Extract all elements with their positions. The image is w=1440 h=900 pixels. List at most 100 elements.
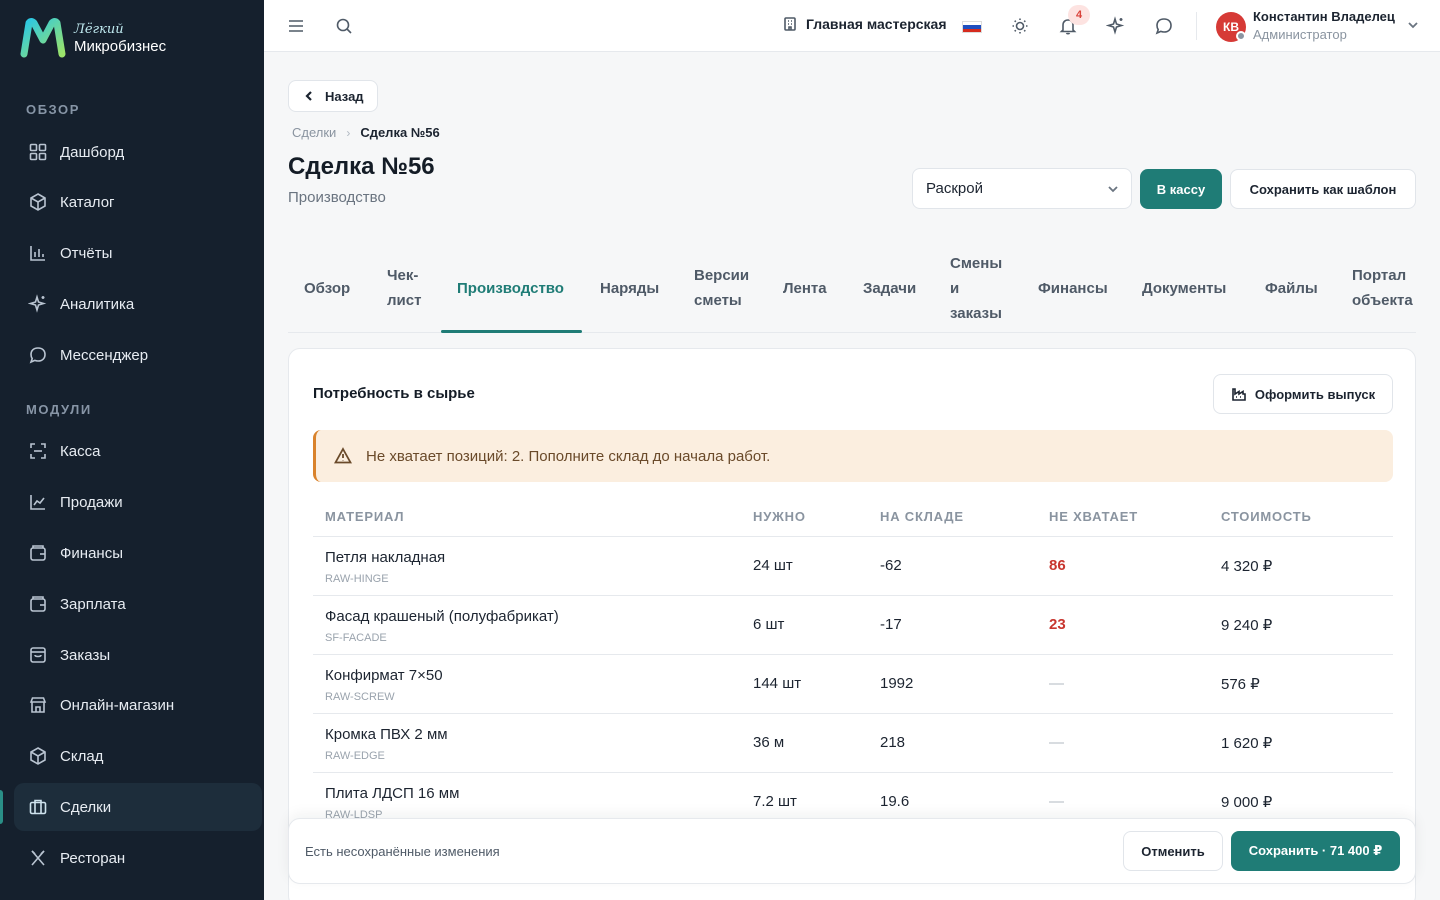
sidebar-item-label: Аналитика [60, 295, 135, 313]
chevron-left-icon [305, 91, 312, 101]
tab-finance[interactable]: Финансы [1038, 276, 1108, 301]
material-stock: -17 [880, 616, 902, 633]
material-name: Конфирмат 7×50 [325, 667, 443, 684]
tab-overview[interactable]: Обзор [304, 276, 350, 301]
col-material: МАТЕРИАЛ [325, 509, 405, 524]
sidebar-item-label: Онлайн-магазин [60, 696, 175, 714]
catalog-icon [30, 193, 46, 211]
back-label: Назад [325, 88, 364, 104]
user-name[interactable]: Константин Владелец [1253, 9, 1395, 24]
tab-portal-line1: Портал [1352, 267, 1407, 284]
tab-estimate-versions[interactable]: Версии сметы [694, 263, 749, 313]
material-sku: RAW-EDGE [325, 750, 385, 762]
section-overview: ОБЗОР [26, 102, 81, 117]
box-icon [30, 747, 46, 765]
sidebar-item-cashier[interactable]: Касса [14, 427, 262, 475]
breadcrumb-separator-icon: › [346, 125, 351, 140]
table-row[interactable]: Фасад крашеный (полуфабрикат) SF-FACADE … [313, 595, 1393, 654]
sidebar-item-reports[interactable]: Отчёты [14, 229, 262, 277]
tab-tasks[interactable]: Задачи [863, 276, 916, 301]
material-name: Фасад крашеный (полуфабрикат) [325, 608, 559, 625]
material-cost: 1 620 ₽ [1221, 735, 1273, 752]
tab-estimate-line2: сметы [694, 292, 742, 309]
stock-alert-text: Не хватает позиций: 2. Пополните склад д… [366, 447, 771, 465]
status-dot [1236, 31, 1246, 41]
ai-assistant-button[interactable] [1105, 16, 1126, 36]
tab-checklist-line1: Чек- [387, 267, 419, 284]
sidebar-item-analytics[interactable]: Аналитика [14, 280, 262, 328]
tab-files[interactable]: Файлы [1265, 276, 1318, 301]
sparkles-icon [1105, 16, 1125, 35]
inbox-icon [30, 647, 46, 663]
chevron-down-icon [1108, 186, 1118, 193]
sidebar-item-orders[interactable]: Заказы [14, 631, 262, 679]
tab-shifts-line1: Смены [950, 255, 1003, 272]
material-cost: 9 240 ₽ [1221, 617, 1273, 634]
notifications-badge: 4 [1068, 5, 1090, 25]
active-indicator [0, 790, 3, 824]
material-stock: 218 [880, 734, 906, 751]
workshop-switcher[interactable]: Главная мастерская [782, 16, 947, 32]
user-menu-toggle[interactable] [1406, 18, 1420, 32]
warning-icon [334, 447, 352, 464]
sidebar-item-label: Склад [60, 747, 104, 765]
sidebar-item-label: Каталог [60, 193, 115, 211]
theme-toggle[interactable] [1010, 16, 1030, 36]
sidebar-item-finance[interactable]: Финансы [14, 529, 262, 577]
material-shortage: 86 [1049, 557, 1066, 574]
material-name: Плита ЛДСП 16 мм [325, 785, 460, 802]
sidebar-item-warehouse[interactable]: Склад [14, 732, 262, 780]
col-need: НУЖНО [753, 509, 806, 524]
save-template-button[interactable]: Сохранить как шаблон [1230, 169, 1416, 209]
tab-object-portal[interactable]: Портал объекта [1352, 263, 1413, 313]
sidebar-item-dashboard[interactable]: Дашборд [14, 128, 262, 176]
flag-stripe-red [963, 28, 981, 32]
scan-icon [30, 443, 46, 459]
table-row[interactable]: Петля накладная RAW-HINGE 24 шт -62 86 4… [313, 536, 1393, 595]
material-need: 6 шт [753, 616, 785, 633]
factory-icon [1232, 388, 1246, 401]
search-button[interactable] [334, 16, 354, 36]
sidebar-item-sales[interactable]: Продажи [14, 478, 262, 526]
sidebar-item-catalog[interactable]: Каталог [14, 178, 262, 226]
tab-production[interactable]: Производство [457, 276, 564, 301]
stock-alert: Не хватает позиций: 2. Пополните склад д… [313, 430, 1393, 482]
release-button[interactable]: Оформить выпуск [1213, 374, 1393, 414]
cancel-button[interactable]: Отменить [1123, 831, 1223, 871]
col-cost: СТОИМОСТЬ [1221, 509, 1312, 524]
sidebar-item-deals[interactable]: Сделки [14, 783, 262, 831]
messages-button[interactable] [1154, 16, 1174, 36]
material-stock: -62 [880, 557, 902, 574]
sidebar-item-salary[interactable]: Зарплата [14, 580, 262, 628]
material-shortage: — [1049, 675, 1064, 692]
menu-button[interactable] [286, 16, 306, 36]
tab-checklist[interactable]: Чек- лист [387, 263, 421, 313]
logo-big-text: Микробизнес [74, 37, 167, 55]
unsaved-changes-text: Есть несохранённые изменения [305, 844, 500, 859]
tab-documents[interactable]: Документы [1142, 276, 1226, 301]
table-row[interactable]: Кромка ПВХ 2 мм RAW-EDGE 36 м 218 — 1 62… [313, 713, 1393, 772]
language-flag[interactable] [962, 21, 982, 33]
tab-feed[interactable]: Лента [783, 276, 827, 301]
topbar-divider [1196, 12, 1197, 40]
table-row[interactable]: Конфирмат 7×50 RAW-SCREW 144 шт 1992 — 5… [313, 654, 1393, 713]
materials-title: Потребность в сырье [313, 385, 475, 402]
app-logo[interactable]: Лёгкий Микробизнес [20, 18, 166, 58]
stage-select[interactable]: Раскрой [912, 168, 1132, 209]
save-button[interactable]: Сохранить · 71 400 ₽ [1231, 831, 1400, 871]
back-button[interactable]: Назад [288, 80, 378, 112]
material-name: Кромка ПВХ 2 мм [325, 726, 448, 743]
sidebar-item-restaurant[interactable]: Ресторан [14, 834, 262, 882]
material-sku: RAW-SCREW [325, 691, 395, 703]
to-cashier-button[interactable]: В кассу [1140, 169, 1222, 209]
tab-shifts-orders[interactable]: Смены и заказы [950, 251, 1002, 326]
tab-work-orders[interactable]: Наряды [600, 276, 659, 301]
sidebar-item-label: Ресторан [60, 849, 126, 867]
utensils-icon [31, 850, 45, 866]
sidebar-item-online-store[interactable]: Онлайн-магазин [14, 681, 262, 729]
breadcrumb-deals[interactable]: Сделки [292, 125, 336, 140]
material-shortage: — [1049, 734, 1064, 751]
material-sku: SF-FACADE [325, 632, 387, 644]
sidebar-item-messenger[interactable]: Мессенджер [14, 331, 262, 379]
sidebar-item-label: Касса [60, 442, 101, 460]
